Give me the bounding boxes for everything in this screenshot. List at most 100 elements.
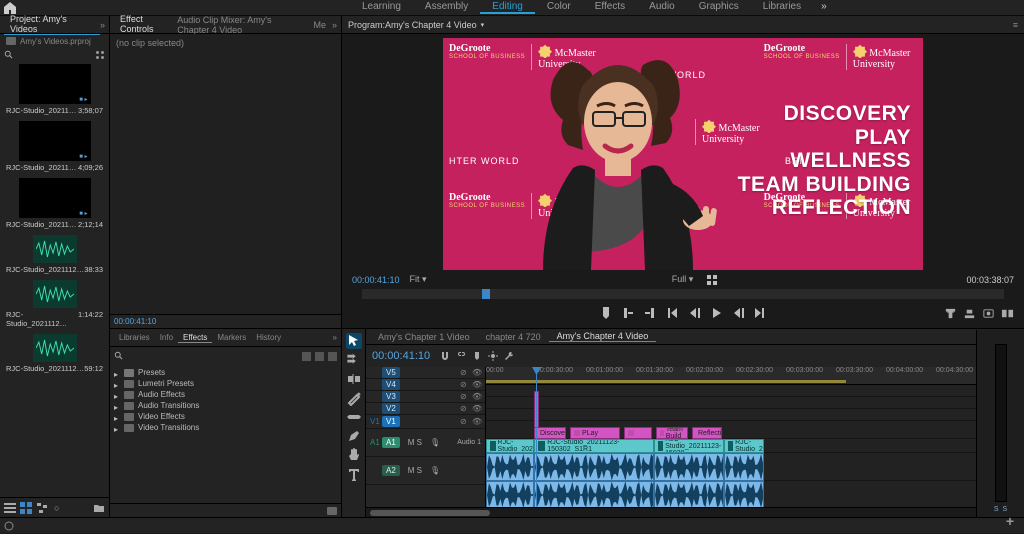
timeline-timecode[interactable]: 00:00:41:10 bbox=[372, 350, 430, 362]
track-header-v4[interactable]: V4⊘👁 bbox=[366, 379, 485, 391]
mic-icon[interactable]: 🎙 bbox=[430, 438, 440, 447]
ripple-edit-tool-icon[interactable] bbox=[346, 371, 362, 387]
playhead-icon[interactable] bbox=[482, 289, 490, 299]
new-bin-icon[interactable] bbox=[327, 507, 337, 515]
workspace-audio[interactable]: Audio bbox=[637, 1, 687, 14]
workspace-overflow[interactable]: » bbox=[813, 1, 835, 14]
graphics-clip[interactable]: Discovery bbox=[534, 427, 566, 439]
type-tool-icon[interactable] bbox=[346, 466, 362, 482]
project-panel-overflow[interactable]: » bbox=[100, 20, 105, 30]
track-select-tool-icon[interactable] bbox=[346, 352, 362, 368]
linked-selection-icon[interactable] bbox=[456, 351, 466, 361]
track-header-a2[interactable]: A2M S🎙 bbox=[366, 457, 485, 485]
track-header-v2[interactable]: V2⊘👁 bbox=[366, 403, 485, 415]
fx-overflow[interactable]: » bbox=[333, 333, 337, 342]
ec-overflow[interactable]: » bbox=[332, 20, 337, 30]
track-v3[interactable] bbox=[486, 409, 1024, 421]
track-v4[interactable] bbox=[486, 397, 1024, 409]
settings-icon[interactable] bbox=[488, 351, 498, 361]
project-filter-icon[interactable] bbox=[95, 50, 105, 60]
track-header-v1[interactable]: V1V1⊘👁 bbox=[366, 415, 485, 429]
freeform-view-icon[interactable] bbox=[36, 502, 48, 514]
timeline-scrollbar[interactable] bbox=[366, 507, 1024, 517]
audio-clip[interactable] bbox=[534, 481, 654, 507]
tab-metadata-abbrev[interactable]: Me bbox=[307, 20, 332, 30]
effects-folder[interactable]: ▸Audio Transitions bbox=[114, 400, 337, 411]
audio-clip[interactable] bbox=[486, 481, 534, 507]
resolution-icon[interactable] bbox=[707, 275, 717, 285]
program-sequence-name[interactable]: Amy's Chapter 4 Video bbox=[385, 20, 477, 30]
yuv-icon[interactable] bbox=[328, 352, 337, 361]
export-frame-icon[interactable] bbox=[982, 307, 995, 320]
workspace-libraries[interactable]: Libraries bbox=[751, 1, 813, 14]
go-to-out-icon[interactable] bbox=[753, 306, 767, 320]
audio-clip[interactable] bbox=[486, 453, 534, 481]
tab-history[interactable]: History bbox=[251, 333, 286, 342]
lift-icon[interactable] bbox=[944, 307, 957, 320]
bin-item[interactable]: RJC-Studio_2021112…38:33 bbox=[4, 235, 105, 274]
bin-item[interactable]: ■ ▸ RJC-Studio_20211…4;09;26 bbox=[4, 121, 105, 172]
wrench-icon[interactable] bbox=[504, 351, 514, 361]
effects-tree[interactable]: ▸Presets ▸Lumetri Presets ▸Audio Effects… bbox=[114, 363, 337, 433]
workspace-assembly[interactable]: Assembly bbox=[413, 1, 480, 14]
zoom-dropdown[interactable]: Full ▾ bbox=[672, 274, 694, 285]
mute-icon[interactable]: ⊘ bbox=[460, 368, 469, 377]
tab-libraries[interactable]: Libraries bbox=[114, 333, 155, 342]
track-header-v3[interactable]: V3⊘👁 bbox=[366, 391, 485, 403]
work-area-bar[interactable] bbox=[486, 380, 846, 383]
bin-item[interactable]: RJC-Studio_2021112…1:14:22 bbox=[4, 280, 105, 328]
bin-item[interactable]: RJC-Studio_2021112…59:12 bbox=[4, 334, 105, 373]
mark-in-icon[interactable] bbox=[621, 306, 635, 320]
tab-audio-clip-mixer[interactable]: Audio Clip Mixer: Amy's Chapter 4 Video bbox=[171, 15, 307, 35]
track-a2[interactable] bbox=[486, 481, 1024, 507]
track-v1[interactable]: RJC-Studio_202RJC-Studio_20211123-150302… bbox=[486, 439, 1024, 453]
eye-icon[interactable]: 👁 bbox=[472, 368, 481, 377]
bin-item[interactable]: ■ ▸ RJC-Studio_20211…2;12;14 bbox=[4, 178, 105, 229]
project-search[interactable] bbox=[0, 48, 109, 62]
extract-icon[interactable] bbox=[963, 307, 976, 320]
program-panel-menu[interactable]: ≡ bbox=[1013, 20, 1018, 30]
effects-folder[interactable]: ▸Audio Effects bbox=[114, 389, 337, 400]
dropdown-icon[interactable]: ▾ bbox=[481, 21, 485, 29]
playhead[interactable] bbox=[536, 367, 537, 507]
play-icon[interactable] bbox=[709, 306, 723, 320]
effects-folder[interactable]: ▸Presets bbox=[114, 367, 337, 378]
workspace-graphics[interactable]: Graphics bbox=[687, 1, 751, 14]
video-clip[interactable]: RJC-Studio_2 bbox=[724, 439, 764, 453]
tab-markers[interactable]: Markers bbox=[212, 333, 251, 342]
video-clip[interactable]: RJC-Studio_20211123-15030 bbox=[654, 439, 724, 453]
audio-clip[interactable] bbox=[654, 481, 724, 507]
go-to-in-icon[interactable] bbox=[665, 306, 679, 320]
solo-left[interactable]: S bbox=[994, 506, 999, 513]
fit-dropdown[interactable]: Fit ▾ bbox=[410, 274, 427, 285]
track-v2[interactable]: DiscoveryPLayTeam BuildReflecti bbox=[486, 421, 1024, 439]
workspace-editing[interactable]: Editing bbox=[480, 1, 535, 14]
marker-icon[interactable] bbox=[472, 351, 482, 361]
effects-search[interactable] bbox=[114, 349, 337, 363]
video-clip[interactable]: RJC-Studio_20211123-150302_S1R1 bbox=[534, 439, 654, 453]
effects-folder[interactable]: ▸Video Effects bbox=[114, 411, 337, 422]
step-back-icon[interactable] bbox=[687, 306, 701, 320]
program-tc-current[interactable]: 00:00:41:10 bbox=[352, 275, 400, 285]
audio-clip[interactable] bbox=[534, 453, 654, 481]
bin-item[interactable]: ■ ▸ RJC-Studio_20211…3;58;07 bbox=[4, 64, 105, 115]
mic-icon[interactable]: 🎙 bbox=[430, 466, 440, 475]
32bit-icon[interactable] bbox=[315, 352, 324, 361]
audio-clip[interactable] bbox=[724, 453, 764, 481]
sequence-tab[interactable]: chapter 4 720 bbox=[478, 332, 549, 342]
mark-out-icon[interactable] bbox=[643, 306, 657, 320]
track-header-a1[interactable]: A1A1M S🎙Audio 1 bbox=[366, 429, 485, 457]
zoom-slider-handle[interactable]: ○ bbox=[54, 503, 59, 513]
tab-effects-browser[interactable]: Effects bbox=[178, 333, 212, 343]
audio-clip[interactable] bbox=[724, 481, 764, 507]
graphics-clip[interactable]: PLay bbox=[570, 427, 620, 439]
list-view-icon[interactable] bbox=[4, 502, 16, 514]
graphics-clip[interactable]: Team Build bbox=[656, 427, 688, 439]
sequence-tab[interactable]: Amy's Chapter 1 Video bbox=[370, 332, 478, 342]
effects-folder[interactable]: ▸Lumetri Presets bbox=[114, 378, 337, 389]
effects-folder[interactable]: ▸Video Transitions bbox=[114, 422, 337, 433]
scrollbar-thumb[interactable] bbox=[370, 510, 490, 516]
new-bin-icon[interactable] bbox=[93, 502, 105, 514]
slip-tool-icon[interactable] bbox=[346, 409, 362, 425]
tab-info[interactable]: Info bbox=[155, 333, 178, 342]
